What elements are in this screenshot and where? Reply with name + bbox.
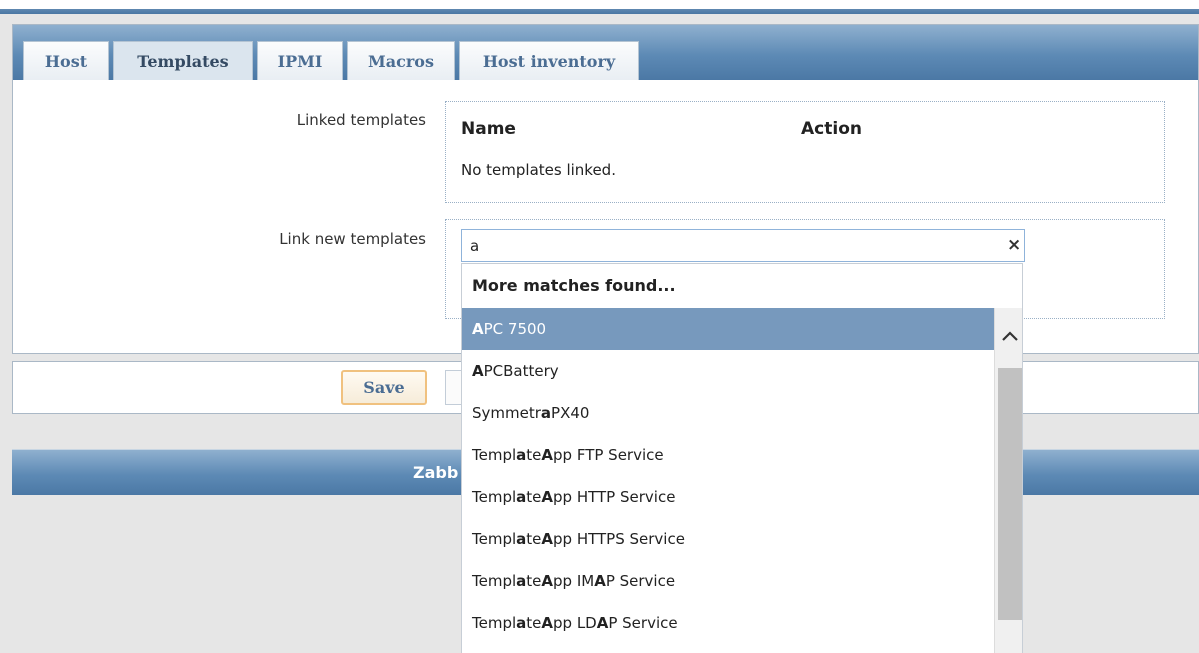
item-text: Templ xyxy=(472,446,517,464)
item-text: PCBattery xyxy=(483,362,559,380)
item-text: pp LD xyxy=(553,614,597,632)
item-text: Templ xyxy=(472,572,517,590)
item-text: pp HTTP Service xyxy=(553,488,676,506)
item-match: a xyxy=(540,404,552,422)
item-text: Templ xyxy=(472,614,517,632)
item-text: PX40 xyxy=(551,404,590,422)
tab-host-inventory[interactable]: Host inventory xyxy=(459,41,639,80)
item-text: P Service xyxy=(605,572,676,590)
more-matches-header: More matches found... xyxy=(472,276,676,295)
autocomplete-dropdown: More matches found... A PC 7500 A PCBatter… xyxy=(461,263,1023,653)
scrollbar-thumb[interactable] xyxy=(998,368,1022,620)
column-action-header: Action xyxy=(801,119,862,139)
item-text: te xyxy=(526,530,542,548)
suggestion-item[interactable]: Symmetr a PX40 xyxy=(462,392,994,434)
save-button[interactable]: Save xyxy=(341,370,427,405)
link-new-templates-label: Link new templates xyxy=(279,230,426,248)
item-match: A xyxy=(594,572,606,590)
suggestion-item[interactable]: Templ a te App HTTP Service xyxy=(462,476,994,518)
item-match: A xyxy=(472,320,484,338)
linked-templates-label: Linked templates xyxy=(296,111,426,129)
item-text: te xyxy=(526,488,542,506)
item-text: P Service xyxy=(608,614,678,632)
item-match: a xyxy=(516,530,527,548)
item-text: pp IM xyxy=(553,572,595,590)
item-match: a xyxy=(516,446,527,464)
item-match: A xyxy=(541,614,554,632)
tab-ipmi[interactable]: IPMI xyxy=(257,41,343,80)
tab-host[interactable]: Host xyxy=(23,41,109,80)
top-header-strip xyxy=(0,0,1199,14)
item-match: a xyxy=(516,614,527,632)
suggestion-item[interactable]: Templ a te App HTTPS Service xyxy=(462,518,994,560)
item-text: Templ xyxy=(472,530,517,548)
template-search-input[interactable] xyxy=(461,229,1025,262)
footer-brand-text: Zabb xyxy=(413,463,459,482)
suggestion-item[interactable]: A PC 7500 xyxy=(462,308,994,350)
item-match: A xyxy=(541,488,554,506)
no-templates-text: No templates linked. xyxy=(461,161,616,179)
suggestion-item[interactable]: Templ a te App IM A P Service xyxy=(462,560,994,602)
item-match: A xyxy=(596,614,609,632)
item-match: A xyxy=(472,362,484,380)
item-match: A xyxy=(541,530,554,548)
item-text: pp FTP Service xyxy=(553,446,664,464)
linked-templates-box: Name Action No templates linked. xyxy=(445,101,1165,203)
item-text: te xyxy=(526,614,542,632)
item-text: Templ xyxy=(472,488,517,506)
item-match: a xyxy=(516,572,527,590)
item-text: pp HTTPS Service xyxy=(553,530,685,548)
tab-templates[interactable]: Templates xyxy=(113,41,253,80)
suggestion-item[interactable]: Templ a te App FTP Service xyxy=(462,434,994,476)
dropdown-scrollbar[interactable] xyxy=(994,308,1022,653)
item-text: te xyxy=(526,446,542,464)
column-name-header: Name xyxy=(461,119,516,139)
item-match: a xyxy=(516,488,527,506)
item-match: A xyxy=(541,446,554,464)
item-text: PC 7500 xyxy=(483,320,547,338)
item-text: te xyxy=(526,572,542,590)
item-text: Symmetr xyxy=(472,404,541,422)
clear-search-icon[interactable]: × xyxy=(1007,233,1021,257)
item-match: A xyxy=(541,572,554,590)
tab-bar: Host Templates IPMI Macros Host inventor… xyxy=(13,25,1198,80)
tab-macros[interactable]: Macros xyxy=(347,41,455,80)
suggestion-item[interactable]: Templ a te App LD A P Service xyxy=(462,602,994,644)
suggestion-item[interactable]: A PCBattery xyxy=(462,350,994,392)
scroll-up-chevron-icon[interactable] xyxy=(995,308,1022,364)
